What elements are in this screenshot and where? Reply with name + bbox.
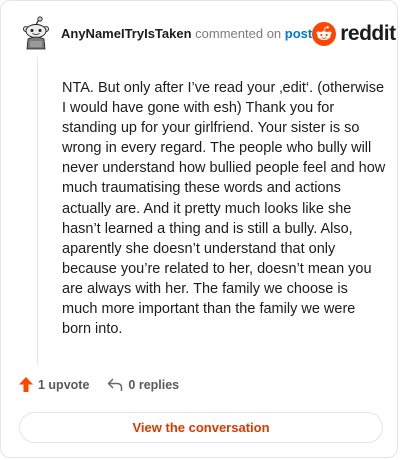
- replies-count: 0 replies: [128, 377, 180, 392]
- post-link[interactable]: post: [285, 26, 312, 41]
- reply-arrow-icon: [108, 377, 123, 391]
- upvote-arrow-icon: [19, 377, 33, 392]
- comment-actions: 1 upvote 0 replies: [19, 377, 197, 392]
- comment-body: NTA. But only after I’ve read your ‚edit…: [62, 80, 386, 338]
- avatar[interactable]: [21, 16, 51, 52]
- header-line: AnyNameITryIsTaken commented on post: [61, 25, 312, 43]
- snoo-avatar-icon: [23, 16, 49, 50]
- thread-line: [37, 57, 38, 365]
- username[interactable]: AnyNameITryIsTaken: [61, 26, 192, 41]
- reddit-wordmark: reddit: [340, 22, 396, 45]
- reddit-brand[interactable]: reddit: [312, 22, 396, 46]
- upvote-count: 1 upvote: [38, 377, 90, 392]
- comment-header: AnyNameITryIsTaken commented on post red…: [21, 15, 396, 53]
- upvote-button[interactable]: 1 upvote: [19, 377, 89, 392]
- action-text: commented on: [195, 26, 282, 41]
- comment-card: AnyNameITryIsTaken commented on post red…: [0, 0, 398, 458]
- replies-button[interactable]: 0 replies: [107, 378, 179, 392]
- reddit-logo-icon: [312, 22, 337, 46]
- view-conversation-button[interactable]: View the conversation: [19, 412, 383, 443]
